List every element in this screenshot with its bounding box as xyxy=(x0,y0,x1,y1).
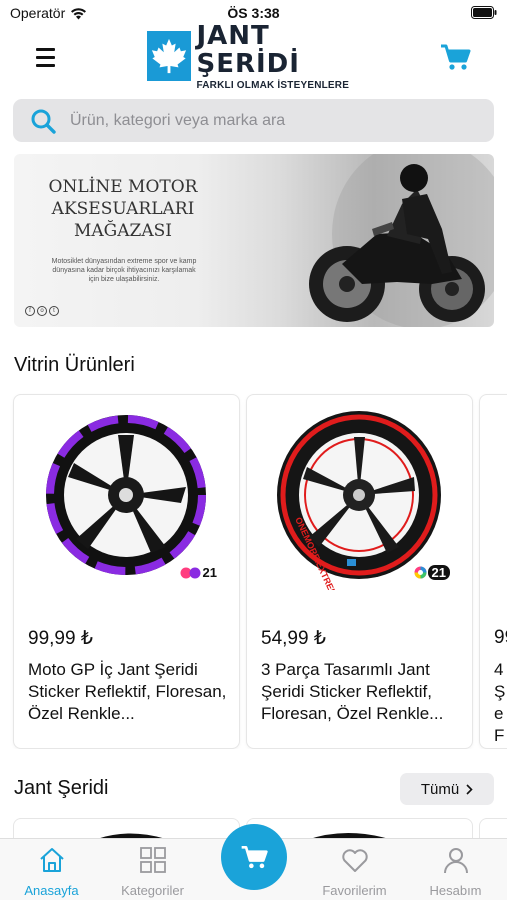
badge-label: 21 xyxy=(427,565,450,580)
motorcycle-rider-image xyxy=(309,154,494,327)
search-input[interactable]: Ürün, kategori veya marka ara xyxy=(70,112,285,130)
product-image: ONEMORE.EXTREME xyxy=(277,411,441,590)
tab-label: Kategoriler xyxy=(121,883,184,898)
product-price: 54,99 ₺ xyxy=(261,628,326,649)
banner-title: ONLİNE MOTOR AKSESUARLARI MAĞAZASI xyxy=(48,177,198,241)
product-name: 4 Şe Fl xyxy=(494,660,506,749)
user-icon xyxy=(443,848,468,874)
heart-icon xyxy=(341,849,368,872)
grid-icon xyxy=(139,847,166,873)
hamburger-icon xyxy=(36,47,55,51)
tab-home[interactable]: Anasayfa xyxy=(1,845,102,899)
menu-button[interactable] xyxy=(36,44,66,70)
facebook-icon: f xyxy=(25,306,35,316)
product-price: 99 xyxy=(494,627,507,648)
product-card[interactable]: 21 99,99 ₺ Moto GP İç Jant Şeridi Sticke… xyxy=(14,395,239,748)
promo-banner[interactable]: ONLİNE MOTOR AKSESUARLARI MAĞAZASI Motos… xyxy=(14,154,494,327)
logo-title: JANT ŞERİDİ xyxy=(196,20,300,79)
instagram-icon: o xyxy=(37,306,47,316)
badge-label: 21 xyxy=(202,565,217,580)
battery-icon xyxy=(471,6,497,19)
search-icon xyxy=(31,109,56,134)
tab-label: Anasayfa xyxy=(24,883,79,898)
showcase-carousel[interactable]: 21 99,99 ₺ Moto GP İç Jant Şeridi Sticke… xyxy=(0,393,507,749)
product-name: 3 Parça Tasarımlı Jant Şeridi Sticker Re… xyxy=(261,660,444,723)
product-image xyxy=(46,415,206,575)
see-all-button[interactable]: Tümü xyxy=(400,773,494,805)
product-name: Moto GP İç Jant Şeridi Sticker Reflektif… xyxy=(28,660,227,723)
tab-categories[interactable]: Kategoriler xyxy=(102,845,203,899)
badge-21: 21 xyxy=(414,565,450,580)
brand-logo[interactable]: JANT ŞERİDİ FARKLI OLMAK İSTEYENLERE xyxy=(147,22,359,91)
tab-account[interactable]: Hesabım xyxy=(405,845,506,899)
see-all-label: Tümü xyxy=(420,780,460,798)
brand-dots-icon xyxy=(180,567,201,578)
tab-label: Hesabım xyxy=(429,883,482,898)
product-card[interactable]: ONEMORE.EXTREME 21 54,99 ₺ 3 Parça Tasar… xyxy=(247,395,472,748)
hamburger-line xyxy=(36,63,55,67)
tab-label: Favorilerim xyxy=(322,883,387,898)
cart-icon[interactable] xyxy=(438,42,472,72)
app-header: JANT ŞERİDİ FARKLI OLMAK İSTEYENLERE xyxy=(0,22,507,91)
color-wheel-icon xyxy=(414,566,427,579)
banner-description: Motosiklet dünyasından extreme spor ve k… xyxy=(51,258,197,283)
hamburger-line xyxy=(36,55,55,59)
cart-icon xyxy=(241,845,268,869)
status-time: ÖS 3:38 xyxy=(227,5,280,21)
badge-21: 21 xyxy=(180,565,217,580)
logo-subtitle: FARKLI OLMAK İSTEYENLERE xyxy=(196,79,350,91)
home-icon xyxy=(39,848,64,872)
social-icons: f o t xyxy=(25,306,59,316)
cart-tab-button[interactable] xyxy=(221,824,287,890)
twitter-icon: t xyxy=(49,306,59,316)
chevron-right-icon xyxy=(466,783,473,795)
product-card[interactable]: 99 4 Şe Fl xyxy=(480,395,507,749)
product-price: 99,99 ₺ xyxy=(28,628,93,649)
showcase-title: Vitrin Ürünleri xyxy=(14,354,135,376)
search-bar[interactable]: Ürün, kategori veya marka ara xyxy=(13,99,494,142)
tab-favorites[interactable]: Favorilerim xyxy=(304,845,405,899)
rim-strip-title: Jant Şeridi xyxy=(14,777,109,799)
maple-leaf-icon xyxy=(147,31,191,81)
